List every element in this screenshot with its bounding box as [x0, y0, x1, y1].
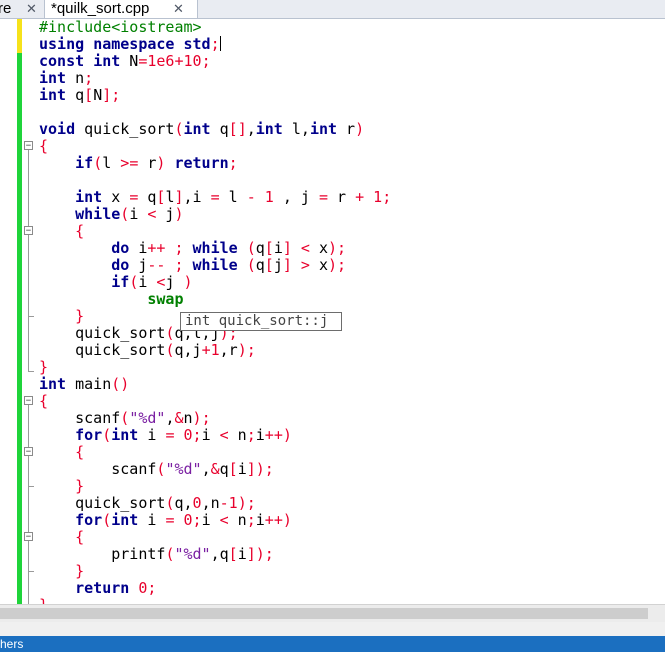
tab-bar: re ✕ *quilk_sort.cpp ✕	[0, 0, 665, 19]
code-line[interactable]: swap	[39, 291, 183, 308]
code-line[interactable]: quick_sort(q,j+1,r);	[39, 342, 256, 359]
code-line[interactable]: }	[39, 563, 84, 580]
tab-quilk-sort-cpp[interactable]: *quilk_sort.cpp ✕	[44, 0, 198, 18]
tab-previous-file[interactable]: re ✕	[0, 0, 42, 18]
fold-end-marker	[28, 571, 34, 572]
code-line[interactable]: void quick_sort(int q[],int l,int r)	[39, 121, 364, 138]
code-line[interactable]: for(int i = 0;i < n;i++)	[39, 427, 292, 444]
code-line[interactable]: }	[39, 308, 84, 325]
fold-end-marker	[28, 371, 34, 372]
fold-toggle-icon[interactable]: −	[24, 226, 33, 236]
code-line[interactable]: printf("%d",q[i]);	[39, 546, 274, 563]
code-line[interactable]: {	[39, 393, 48, 410]
code-line[interactable]: scanf("%d",&q[i]);	[39, 461, 274, 478]
code-line[interactable]: {	[39, 223, 84, 240]
tab-label: re	[0, 0, 12, 17]
code-line[interactable]: int q[N];	[39, 87, 120, 104]
status-bar: hers	[0, 636, 665, 652]
code-line[interactable]: do j-- ; while (q[j] > x);	[39, 257, 346, 274]
code-line[interactable]: while(i < j)	[39, 206, 183, 223]
fold-toggle-icon[interactable]: −	[24, 532, 33, 542]
code-line[interactable]: return 0;	[39, 580, 156, 597]
saved-change-marker	[17, 19, 22, 36]
code-line[interactable]: int n;	[39, 70, 93, 87]
code-line[interactable]: }	[39, 597, 48, 605]
unsaved-change-marker	[17, 53, 22, 604]
status-text: hers	[0, 637, 24, 651]
horizontal-scrollbar[interactable]	[0, 604, 665, 623]
code-line[interactable]: int main()	[39, 376, 129, 393]
close-icon[interactable]: ✕	[173, 0, 184, 17]
code-line[interactable]: #include<iostream>	[39, 19, 202, 36]
code-line[interactable]: do i++ ; while (q[i] < x);	[39, 240, 346, 257]
fold-toggle-icon[interactable]: −	[24, 447, 33, 457]
close-icon[interactable]: ✕	[26, 0, 37, 17]
fold-toggle-icon[interactable]: −	[24, 396, 33, 406]
fold-guide	[28, 405, 29, 604]
tab-label: *quilk_sort.cpp	[51, 0, 150, 17]
code-line[interactable]: {	[39, 529, 84, 546]
code-line[interactable]: scanf("%d",&n);	[39, 410, 210, 427]
fold-end-marker	[28, 486, 34, 487]
code-line[interactable]: if(i <j )	[39, 274, 192, 291]
code-line[interactable]: if(l >= r) return;	[39, 155, 238, 172]
code-line[interactable]: {	[39, 138, 48, 155]
saved-change-marker	[17, 36, 22, 53]
code-line[interactable]: const int N=1e6+10;	[39, 53, 211, 70]
fold-guide	[28, 150, 29, 372]
code-line[interactable]: quick_sort(q,0,n-1);	[39, 495, 256, 512]
code-line[interactable]: using namespace std;	[39, 36, 221, 53]
code-line[interactable]: }	[39, 359, 48, 376]
code-editor[interactable]: − − − − − #include<iostream> using namesp…	[0, 19, 665, 604]
code-completion-tooltip: int quick_sort::j	[180, 312, 342, 331]
fold-toggle-icon[interactable]: −	[24, 141, 33, 151]
bottom-panel-strip	[0, 622, 665, 636]
scrollbar-thumb[interactable]	[0, 608, 648, 619]
code-line[interactable]: }	[39, 478, 84, 495]
code-line[interactable]: for(int i = 0;i < n;i++)	[39, 512, 292, 529]
code-line[interactable]: int x = q[l],i = l - 1 , j = r + 1;	[39, 189, 391, 206]
code-line[interactable]: {	[39, 444, 84, 461]
fold-end-marker	[28, 316, 34, 317]
